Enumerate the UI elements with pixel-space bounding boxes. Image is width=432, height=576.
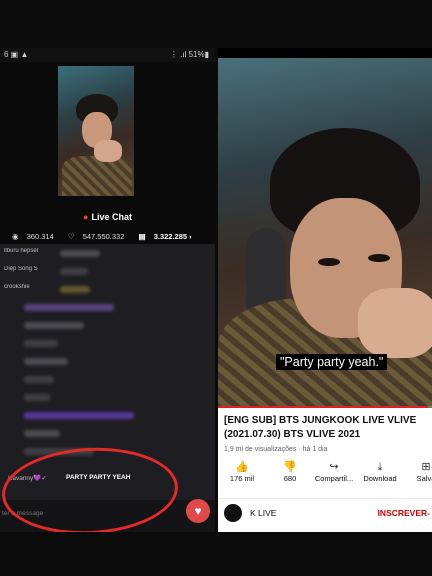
chat-row-username: crookshie — [4, 284, 30, 290]
save-icon: ⊞ — [421, 461, 431, 473]
heart-button[interactable]: ♥ — [186, 499, 210, 523]
blurred-message — [24, 412, 134, 419]
status-left: 6 ▣ ▲ — [4, 50, 29, 59]
channel-row[interactable]: K LIVE INSCREVER- — [218, 498, 432, 527]
blurred-message — [24, 394, 50, 401]
download-icon: ⤓ — [377, 461, 383, 473]
subscribe-button[interactable]: INSCREVER- — [378, 508, 430, 518]
status-right: ⋮ .ıl 51%▮ — [169, 50, 209, 59]
thumbs-down-icon: 👎 — [283, 461, 297, 473]
chat-row — [4, 410, 134, 420]
chat-row: Diệp Song Son — [4, 266, 88, 276]
share-icon: ↪ — [329, 461, 339, 473]
chat-row: crookshie — [4, 284, 90, 294]
save-button[interactable]: ⊞Salva — [404, 460, 432, 483]
chat-row: llburu hepsebtr — [4, 248, 100, 258]
views-stat: ◉ 360.314 — [12, 232, 54, 241]
chat-header: ● Live Chat — [0, 206, 215, 228]
live-dot-icon: ● — [83, 212, 89, 222]
channel-avatar[interactable] — [224, 504, 242, 522]
chat-row — [4, 338, 58, 348]
video-title[interactable]: [ENG SUB] BTS JUNGKOOK LIVE VLIVE (2021.… — [224, 414, 429, 442]
thumbs-up-icon: 👍 — [235, 461, 249, 473]
blurred-message — [24, 340, 58, 347]
heart-icon: ♥ — [194, 504, 202, 518]
heart-outline-icon: ♡ — [67, 232, 75, 241]
blurred-message — [24, 358, 68, 365]
chat-row — [4, 356, 68, 366]
video-player[interactable]: "Party party yeah." — [218, 58, 432, 408]
live-video-thumbnail[interactable] — [58, 66, 134, 196]
chat-row-username: Diệp Song Son — [4, 266, 38, 272]
video-progress-bar[interactable] — [218, 406, 432, 408]
chat-row — [4, 428, 60, 438]
chat-row — [4, 392, 50, 402]
chat-row-username: llburu hepsebtr — [4, 248, 38, 254]
dislike-button[interactable]: 👎 680 — [268, 460, 312, 483]
video-subtitle: "Party party yeah." — [276, 354, 388, 370]
comment-icon: ▤ — [138, 232, 146, 241]
vlive-screen: 6 ▣ ▲ ⋮ .ıl 51%▮ ● Live Chat ◉ 360.314 ♡ … — [0, 48, 215, 532]
youtube-screen: "Party party yeah." [ENG SUB] BTS JUNGKO… — [218, 48, 432, 532]
blurred-message — [24, 304, 114, 311]
chat-row — [4, 446, 94, 456]
blurred-message — [24, 430, 60, 437]
chat-row — [4, 374, 54, 384]
blurred-message — [60, 286, 90, 293]
comments-stat: ▤ 3.322.285 › — [138, 232, 192, 241]
blurred-message — [24, 376, 54, 383]
chat-title: Live Chat — [91, 212, 132, 222]
share-button[interactable]: ↪ Compartil... — [312, 460, 356, 483]
action-row: 👍 176 mil 👎 680 ↪ Compartil... ⤓ Download ⊞ S… — [218, 460, 432, 490]
chat-row — [4, 320, 84, 330]
likes-stat: ♡ 547.550.332 — [67, 232, 125, 241]
channel-name[interactable]: K LIVE — [250, 508, 276, 518]
blurred-message — [60, 250, 100, 257]
live-stats: ◉ 360.314 ♡ 547.550.332 ▤ 3.322.285 › — [0, 232, 215, 246]
download-button[interactable]: ⤓ Download — [358, 460, 402, 483]
status-bar — [218, 48, 432, 58]
video-meta: 1,9 mi de visualizações · há 1 dia — [224, 446, 328, 453]
like-button[interactable]: 👍 176 mil — [220, 460, 264, 483]
chat-row — [4, 302, 114, 312]
progress-fill — [218, 406, 428, 408]
status-bar: 6 ▣ ▲ ⋮ .ıl 51%▮ — [0, 48, 215, 62]
blurred-message — [24, 322, 84, 329]
eye-icon: ◉ — [12, 232, 19, 241]
blurred-message — [60, 268, 88, 275]
